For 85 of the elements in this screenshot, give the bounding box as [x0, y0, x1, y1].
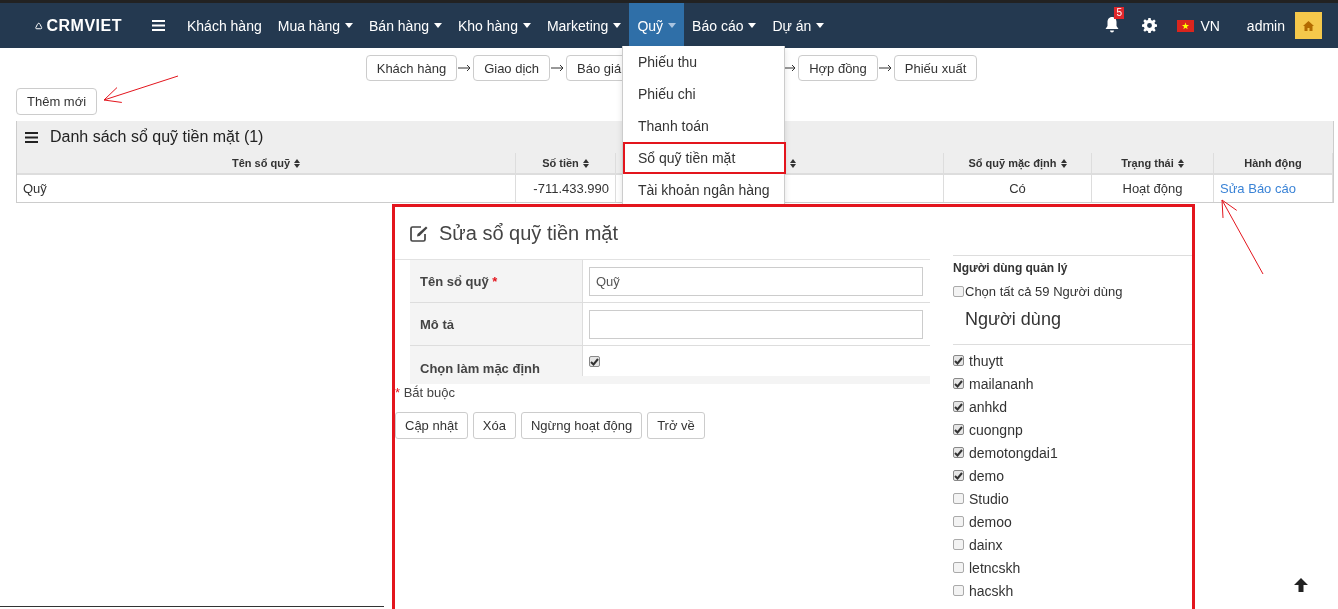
brand-logo[interactable]: CRMVIET	[35, 16, 122, 35]
scroll-to-top-icon[interactable]	[1294, 578, 1308, 592]
nav-menu-item[interactable]: Kho hàng	[449, 3, 539, 48]
list-heading: Người dùng	[965, 309, 1062, 331]
flow-step-button[interactable]: Hợp đồng	[798, 55, 878, 81]
sort-icon[interactable]	[1060, 158, 1067, 168]
user-name: dainx	[969, 536, 1003, 553]
sort-icon[interactable]	[582, 158, 589, 168]
menu-item[interactable]: Thanh toán	[623, 110, 784, 142]
table-cell: Hoạt động	[1122, 181, 1183, 196]
edit-icon	[410, 224, 429, 242]
notification-bell-icon[interactable]	[1104, 15, 1121, 33]
form-button[interactable]: Xóa	[472, 412, 516, 439]
panel-title: Danh sách sổ quỹ tiền mặt (1)	[50, 128, 264, 146]
menu-item[interactable]: Phiếu chi	[623, 78, 784, 110]
arrow-icon	[551, 64, 566, 72]
user-name: anhkd	[969, 398, 1008, 415]
settings-icon[interactable]	[1142, 18, 1158, 33]
nav-menu-item[interactable]: Khách hàng	[179, 3, 270, 48]
list-icon	[25, 131, 38, 143]
nav-menu-item[interactable]: Báo cáo	[684, 3, 765, 48]
table-cell: Có	[1009, 181, 1026, 196]
notification-count: 5	[1114, 6, 1124, 19]
sort-icon[interactable]	[294, 158, 301, 168]
checkbox[interactable]	[953, 516, 964, 527]
checkbox[interactable]	[953, 470, 964, 481]
checkbox[interactable]	[953, 539, 964, 550]
column-header[interactable]: Tên sổ quỹ	[231, 157, 291, 169]
table-cell: Quỹ	[23, 181, 47, 196]
menu-icon[interactable]	[152, 20, 165, 31]
column-header: Hành động	[1244, 157, 1302, 169]
checkbox[interactable]	[953, 585, 964, 596]
form-title: Sửa sổ quỹ tiền mặt	[439, 221, 619, 245]
nav-menu-item[interactable]: Marketing	[538, 3, 630, 48]
language-selector[interactable]: VN	[1177, 17, 1220, 34]
nav-menu-item[interactable]: Bán hàng	[361, 3, 450, 48]
field-label: Mô tả	[420, 316, 454, 332]
arrow-icon	[878, 64, 893, 72]
menu-item[interactable]: Sổ quỹ tiền mặt	[623, 142, 786, 174]
flow-step-button[interactable]: Phiếu xuất	[893, 55, 978, 81]
checkbox[interactable]	[953, 401, 964, 412]
table-cell: -711.433.990	[533, 181, 609, 196]
checkbox[interactable]	[953, 378, 964, 389]
edit-report-link[interactable]: Sửa Báo cáo	[1220, 181, 1296, 196]
user-name: demotongdai1	[969, 444, 1058, 461]
form-button[interactable]: Ngừng hoạt động	[520, 412, 643, 439]
nav-menu-item[interactable]: Quỹ	[629, 3, 685, 48]
checkbox[interactable]	[953, 286, 964, 297]
required-note: * Bắt buộc	[395, 385, 456, 400]
user-name: thuytt	[969, 352, 1004, 369]
section-heading: Người dùng quản lý	[953, 261, 1069, 275]
flow-step-button[interactable]: Khách hàng	[365, 55, 458, 81]
user-name: hacskh	[969, 582, 1014, 599]
user-name: Studio	[969, 490, 1009, 507]
checkbox[interactable]	[953, 424, 964, 435]
input-field[interactable]: Quỹ	[589, 266, 923, 296]
user-name: cuongnp	[969, 421, 1023, 438]
checkbox[interactable]	[953, 562, 964, 573]
house-icon	[1303, 20, 1314, 31]
checkbox[interactable]	[953, 493, 964, 504]
menu-item[interactable]: Tài khoản ngân hàng	[623, 174, 784, 206]
user-name: demo	[969, 467, 1005, 484]
sort-icon[interactable]	[790, 158, 796, 168]
user-name: mailananh	[969, 375, 1034, 392]
checkbox[interactable]	[953, 355, 964, 366]
arrow-icon	[783, 64, 798, 72]
nav-menu-item[interactable]: Dự án	[764, 3, 833, 48]
nav-menu-item[interactable]: Mua hàng	[269, 3, 361, 48]
textarea-field[interactable]	[589, 309, 923, 339]
field-label: Chọn làm mặc định	[420, 361, 540, 376]
checkbox-label: Chọn tất cả 59 Người dùng	[965, 284, 1123, 299]
flag-icon	[1177, 19, 1195, 32]
form-button[interactable]: Cập nhật	[395, 412, 468, 439]
home-button[interactable]	[1295, 12, 1322, 39]
checkbox[interactable]	[953, 447, 964, 458]
user-name[interactable]: admin	[1246, 17, 1285, 34]
form-button[interactable]: Trở về	[647, 412, 705, 439]
sort-icon[interactable]	[1177, 158, 1184, 168]
flow-step-button[interactable]: Giao dịch	[473, 55, 551, 81]
field-label: Tên sổ quỹ *	[420, 273, 498, 289]
arrow-icon	[458, 64, 473, 72]
user-name: letncskh	[969, 559, 1021, 576]
user-name: demoo	[969, 513, 1012, 530]
add-new-button[interactable]: Thêm mới	[16, 88, 98, 115]
checkbox[interactable]	[589, 356, 600, 367]
